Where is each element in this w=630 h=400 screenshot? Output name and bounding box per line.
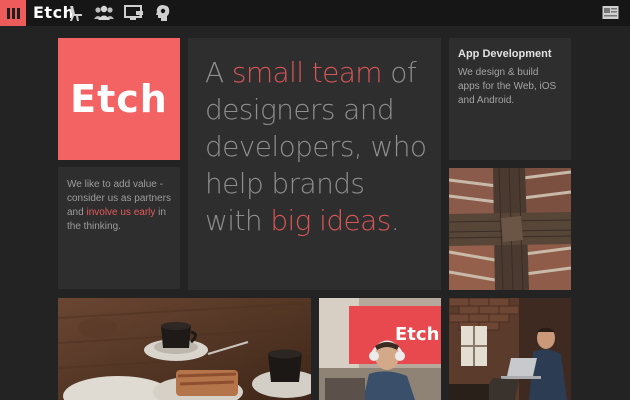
team-icon[interactable] bbox=[93, 4, 115, 22]
hero-accent-small-team: small team bbox=[231, 56, 383, 89]
hero-text-3: . bbox=[390, 204, 400, 237]
chair-icon[interactable] bbox=[66, 4, 86, 22]
app-development-tile[interactable]: App Development We design & build apps f… bbox=[449, 38, 571, 160]
hero-text-1: A bbox=[205, 56, 232, 89]
hero-statement: A small team of designers and developers… bbox=[188, 38, 441, 290]
laptop-person-photo[interactable] bbox=[449, 298, 571, 400]
headphones-photo-sign: Etch bbox=[395, 324, 439, 345]
wood-cross-photo[interactable] bbox=[449, 168, 571, 290]
hero-accent-big-ideas: big ideas bbox=[270, 204, 391, 237]
headphones-person-photo[interactable]: Etch bbox=[319, 298, 441, 400]
head-icon[interactable] bbox=[153, 4, 173, 22]
coffee-table-photo[interactable] bbox=[58, 298, 311, 400]
screen-download-icon[interactable] bbox=[124, 4, 144, 22]
value-text-tile: We like to add value - consider us as pa… bbox=[58, 167, 180, 289]
contact-card-icon[interactable] bbox=[602, 5, 619, 20]
etch-logo: Etch bbox=[70, 77, 168, 121]
app-development-description: We design & build apps for the Web, iOS … bbox=[458, 67, 557, 106]
top-navigation-bar: Etch bbox=[0, 0, 630, 26]
app-development-title: App Development bbox=[458, 48, 552, 60]
logo-tile[interactable]: Etch bbox=[58, 38, 180, 160]
menu-button[interactable] bbox=[0, 0, 26, 26]
involve-us-early-link[interactable]: involve us early bbox=[86, 207, 155, 218]
menu-icon bbox=[6, 7, 20, 19]
